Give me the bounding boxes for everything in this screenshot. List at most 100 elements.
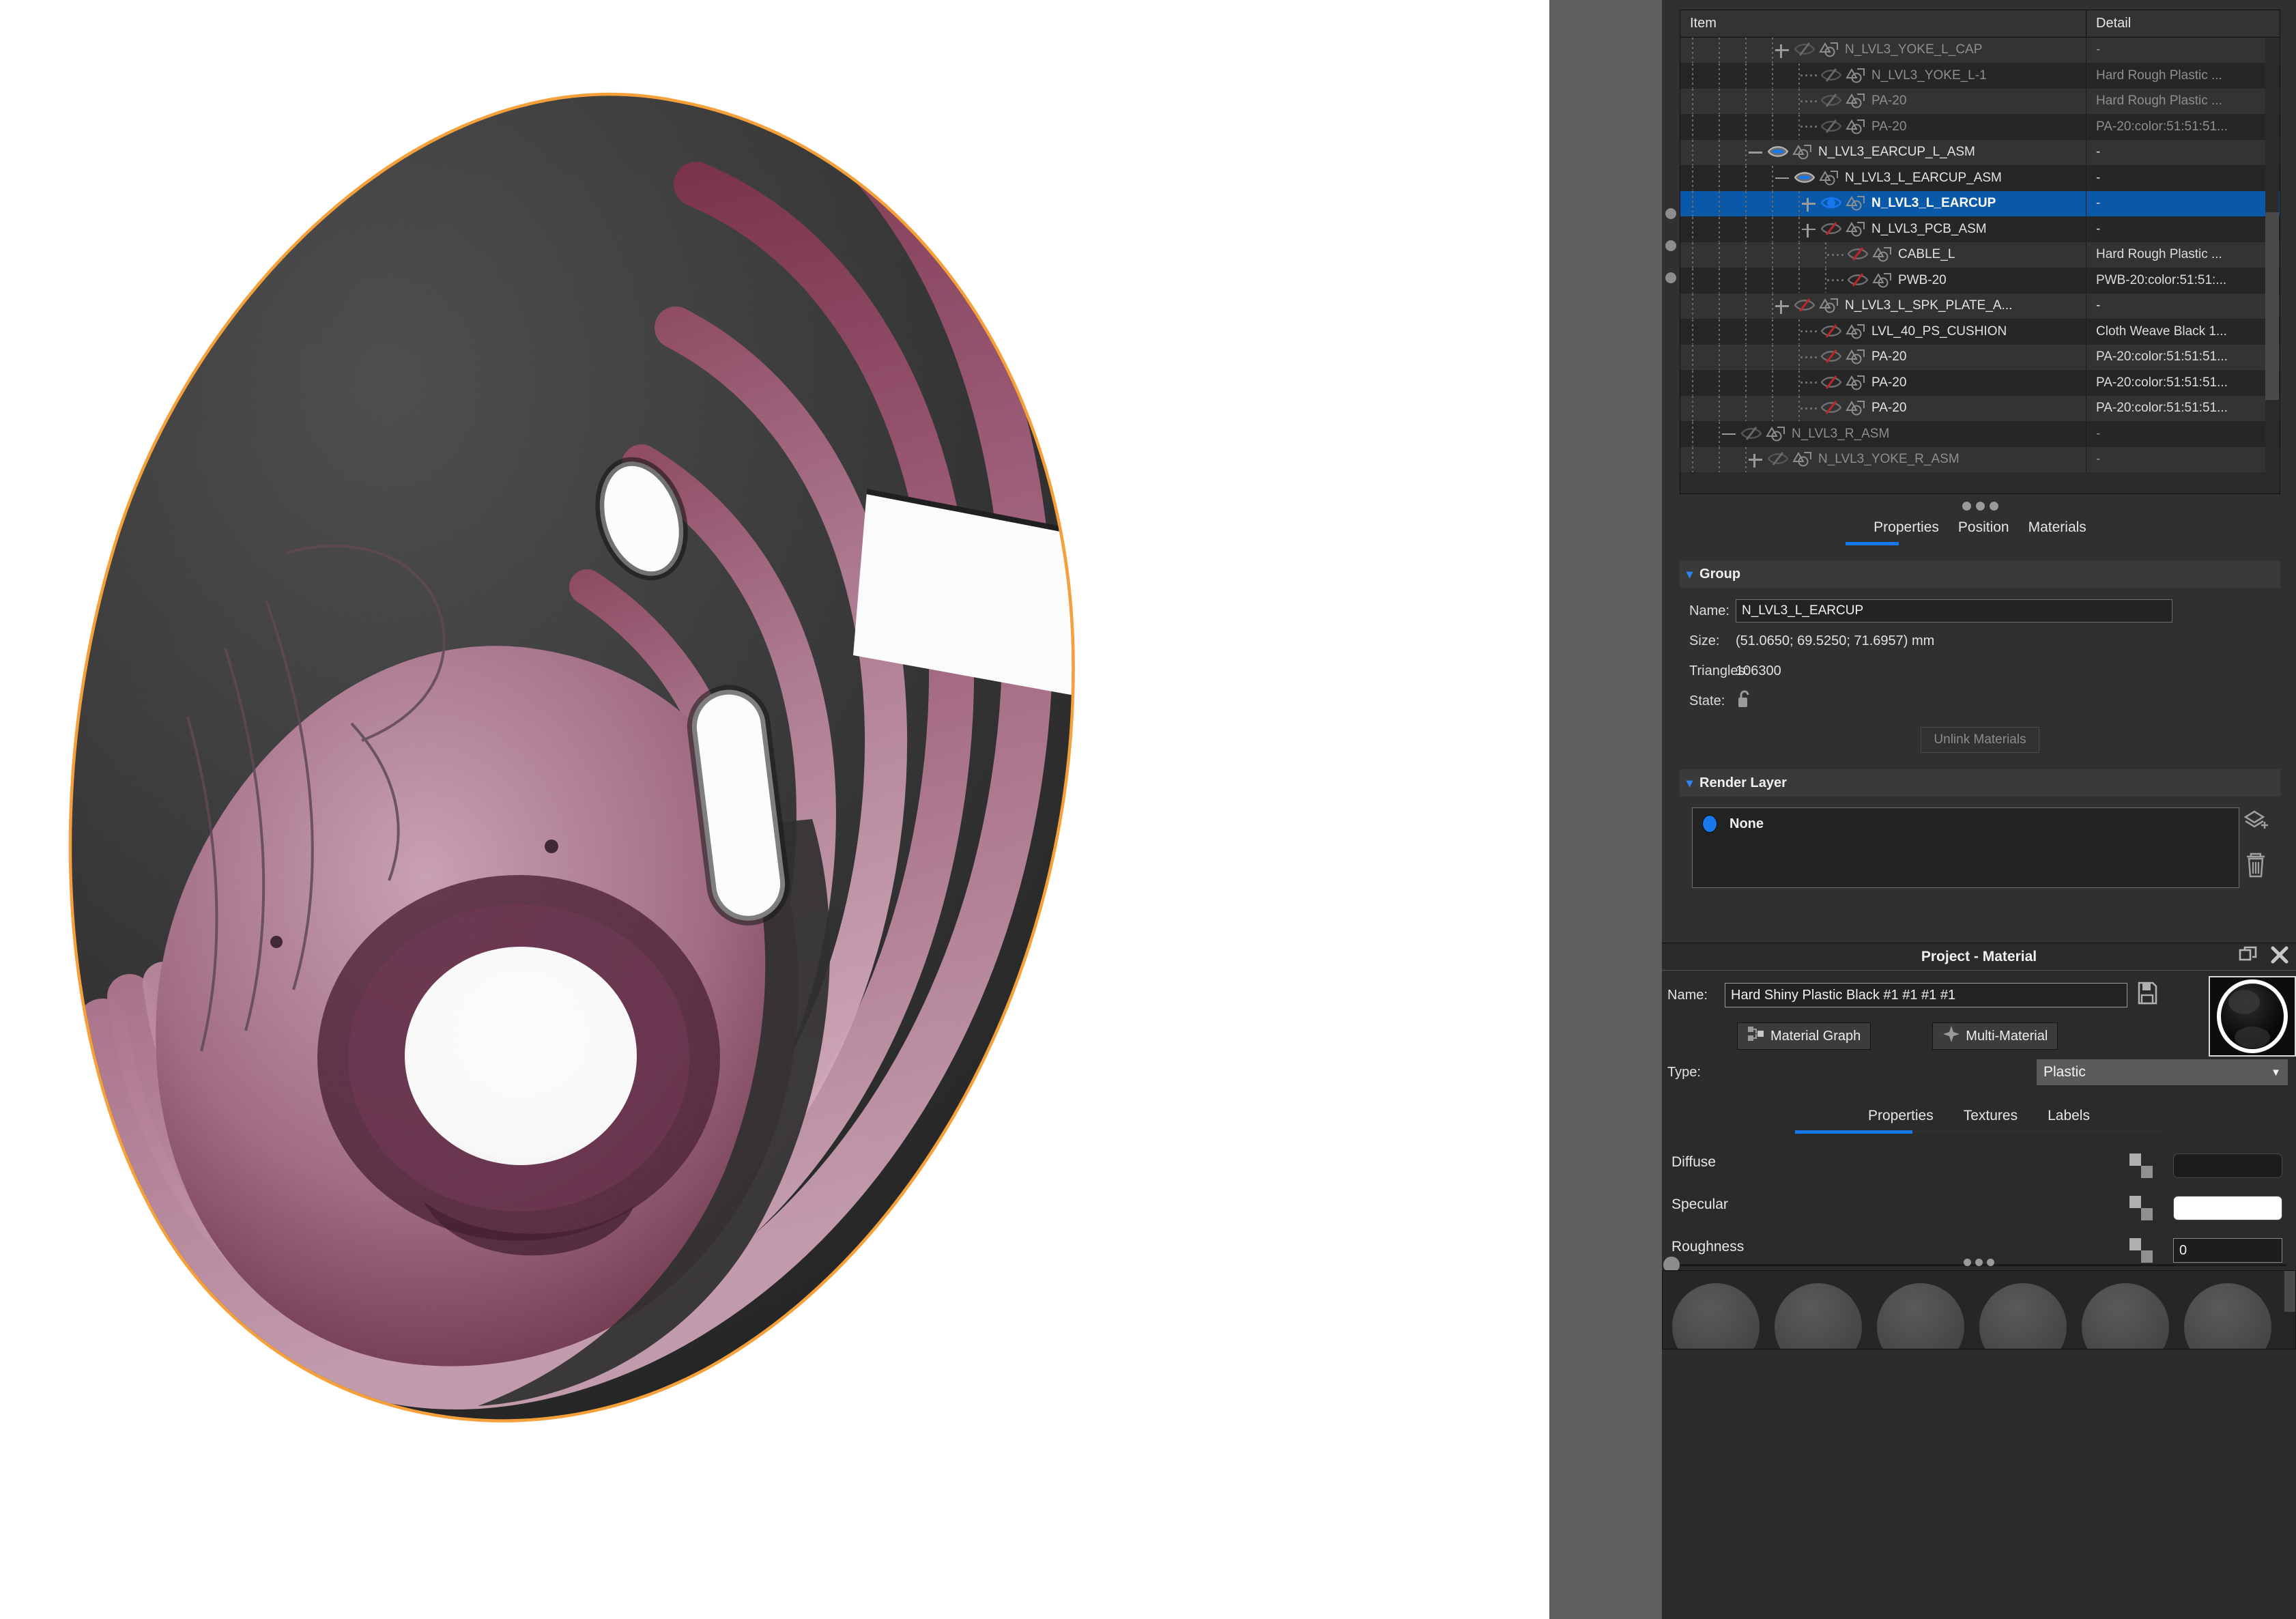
expand-icon[interactable] [1800, 221, 1817, 238]
table-row[interactable]: N_LVL3_YOKE_R_ASM - [1680, 447, 2280, 473]
table-row[interactable]: N_LVL3_L_EARCUP - [1680, 191, 2280, 217]
visibility-eye-icon[interactable] [1768, 451, 1788, 468]
group-name-input[interactable]: N_LVL3_L_EARCUP [1736, 599, 2172, 622]
unlink-materials-button[interactable]: Unlink Materials [1921, 727, 2039, 753]
tree-item-cell[interactable]: N_LVL3_YOKE_R_ASM [1680, 447, 2086, 472]
color-swatch[interactable] [2173, 1154, 2282, 1178]
render-layer-item-none[interactable]: None [1693, 808, 2239, 833]
table-row[interactable]: LVL_40_PS_CUSHION Cloth Weave Black 1... [1680, 319, 2280, 345]
visibility-eye-icon[interactable] [1821, 349, 1841, 365]
tab-position[interactable]: Position [1949, 516, 2019, 539]
texture-checker-icon[interactable] [2129, 1154, 2153, 1178]
color-swatch[interactable] [2173, 1196, 2282, 1220]
table-row[interactable]: N_LVL3_EARCUP_L_ASM - [1680, 140, 2280, 166]
material-type-select[interactable]: Plastic ▼ [2036, 1059, 2288, 1086]
visibility-eye-icon[interactable] [1821, 221, 1841, 238]
visibility-eye-icon[interactable] [1848, 272, 1868, 289]
panel-drag-dots[interactable] [1680, 502, 2280, 511]
tree-item-cell[interactable]: N_LVL3_L_SPK_PLATE_A... [1680, 293, 2086, 319]
expand-icon[interactable] [1774, 298, 1790, 315]
material-thumbnail[interactable] [2184, 1283, 2271, 1349]
render-layer-section-header[interactable]: ▾ Render Layer [1680, 769, 2280, 797]
render-layer-list[interactable]: None [1692, 807, 2239, 888]
collapse-icon[interactable] [1721, 426, 1737, 442]
table-row[interactable]: N_LVL3_YOKE_L-1 Hard Rough Plastic ... [1680, 63, 2280, 89]
table-row[interactable]: PWB-20 PWB-20:color:51:51:... [1680, 268, 2280, 293]
material-sphere-preview[interactable] [2209, 976, 2296, 1057]
tree-item-cell[interactable]: PA-20 [1680, 89, 2086, 114]
visibility-eye-icon[interactable] [1768, 144, 1788, 160]
column-header-item[interactable]: Item [1680, 10, 2086, 37]
tree-item-cell[interactable]: LVL_40_PS_CUSHION [1680, 319, 2086, 344]
visibility-eye-icon[interactable] [1821, 68, 1841, 84]
tree-item-cell[interactable]: PA-20 [1680, 396, 2086, 421]
material-strip-scrollbar[interactable] [2284, 1271, 2295, 1312]
visibility-eye-icon[interactable] [1794, 298, 1815, 314]
tree-item-cell[interactable]: PA-20 [1680, 114, 2086, 139]
material-thumbnail[interactable] [1775, 1283, 1862, 1349]
visibility-eye-icon[interactable] [1821, 195, 1841, 212]
table-row[interactable]: CABLE_L Hard Rough Plastic ... [1680, 242, 2280, 268]
visibility-eye-icon[interactable] [1794, 170, 1815, 186]
visibility-eye-icon[interactable] [1821, 400, 1841, 416]
tree-item-cell[interactable]: N_LVL3_R_ASM [1680, 421, 2086, 446]
tab-materials[interactable]: Materials [2019, 516, 2096, 539]
visibility-eye-icon[interactable] [1821, 119, 1841, 135]
material-graph-button[interactable]: Material Graph [1737, 1022, 1871, 1050]
group-section-header[interactable]: ▾ Group [1680, 560, 2280, 588]
material-library-strip[interactable] [1662, 1270, 2296, 1349]
visibility-eye-icon[interactable] [1821, 93, 1841, 109]
visibility-eye-icon[interactable] [1794, 42, 1815, 58]
trash-icon[interactable] [2242, 850, 2272, 883]
table-row[interactable]: PA-20 PA-20:color:51:51:51... [1680, 396, 2280, 422]
table-row[interactable]: N_LVL3_L_SPK_PLATE_A... - [1680, 293, 2280, 319]
tree-item-cell[interactable]: PA-20 [1680, 370, 2086, 395]
material-thumbnail[interactable] [1979, 1283, 2067, 1349]
tree-item-cell[interactable]: N_LVL3_YOKE_L-1 [1680, 63, 2086, 88]
material-thumbnail[interactable] [1672, 1283, 1760, 1349]
material-tab-labels[interactable]: Labels [2033, 1104, 2105, 1128]
material-tab-textures[interactable]: Textures [1949, 1104, 2033, 1128]
tree-item-cell[interactable]: CABLE_L [1680, 242, 2086, 268]
tree-scrollbar[interactable] [2265, 38, 2279, 493]
multi-material-button[interactable]: Multi-Material [1932, 1022, 2058, 1050]
tree-item-cell[interactable]: N_LVL3_YOKE_L_CAP [1680, 38, 2086, 63]
material-tab-properties[interactable]: Properties [1853, 1104, 1949, 1128]
material-thumbnail[interactable] [2082, 1283, 2169, 1349]
tree-item-cell[interactable]: N_LVL3_EARCUP_L_ASM [1680, 140, 2086, 165]
table-row[interactable]: PA-20 PA-20:color:51:51:51... [1680, 370, 2280, 396]
tree-splitter-handle[interactable] [1662, 208, 1680, 283]
3d-render-viewport[interactable] [0, 0, 1549, 1619]
table-row[interactable]: PA-20 PA-20:color:51:51:51... [1680, 114, 2280, 140]
tree-item-cell[interactable]: N_LVL3_L_EARCUP [1680, 191, 2086, 216]
unlocked-padlock-icon[interactable] [1736, 689, 1753, 713]
expand-icon[interactable] [1800, 195, 1817, 212]
table-row[interactable]: N_LVL3_YOKE_L_CAP - [1680, 38, 2280, 63]
column-header-detail[interactable]: Detail [2086, 10, 2280, 37]
material-strip-drag-dots[interactable] [1662, 1259, 2296, 1266]
visibility-eye-icon[interactable] [1821, 375, 1841, 391]
tree-item-cell[interactable]: N_LVL3_PCB_ASM [1680, 216, 2086, 242]
tree-rows[interactable]: N_LVL3_YOKE_L_CAP - N_LVL3_YOKE_L-1 Hard Ro… [1680, 38, 2280, 493]
undock-icon[interactable] [2239, 945, 2258, 969]
material-thumbnail[interactable] [1877, 1283, 1964, 1349]
close-icon[interactable] [2270, 945, 2289, 969]
visibility-eye-icon[interactable] [1821, 324, 1841, 340]
table-row[interactable]: PA-20 Hard Rough Plastic ... [1680, 89, 2280, 115]
collapse-icon[interactable] [1747, 144, 1764, 160]
table-row[interactable]: N_LVL3_L_EARCUP_ASM - [1680, 165, 2280, 191]
visibility-eye-icon[interactable] [1741, 426, 1762, 442]
table-row[interactable]: N_LVL3_PCB_ASM - [1680, 216, 2280, 242]
tree-scrollbar-thumb[interactable] [2265, 212, 2279, 400]
texture-checker-icon[interactable] [2129, 1196, 2153, 1220]
visibility-eye-icon[interactable] [1848, 246, 1868, 263]
save-icon[interactable] [2137, 982, 2157, 1009]
expand-icon[interactable] [1774, 42, 1790, 59]
add-layer-icon[interactable] [2242, 807, 2272, 838]
tree-item-cell[interactable]: N_LVL3_L_EARCUP_ASM [1680, 165, 2086, 190]
tree-item-cell[interactable]: PWB-20 [1680, 268, 2086, 293]
table-row[interactable]: N_LVL3_R_ASM - [1680, 421, 2280, 447]
tab-properties[interactable]: Properties [1864, 516, 1949, 539]
expand-icon[interactable] [1747, 451, 1764, 468]
material-name-input[interactable]: Hard Shiny Plastic Black #1 #1 #1 #1 [1725, 983, 2127, 1007]
